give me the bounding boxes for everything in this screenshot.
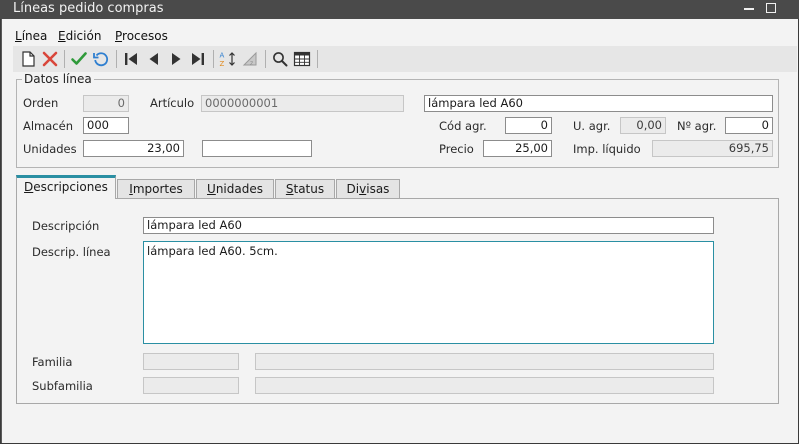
familia-code-field	[143, 353, 239, 370]
familia-label: Familia	[32, 355, 73, 369]
unidades-field[interactable]: 23,00	[83, 140, 184, 157]
accept-icon[interactable]	[70, 50, 88, 68]
window-title: Líneas pedido compras	[13, 1, 164, 16]
tab-importes[interactable]: Importes	[117, 179, 195, 198]
subfamilia-name-field	[255, 377, 714, 394]
sort-descending-icon[interactable]: z	[241, 50, 259, 68]
sort-ascending-icon[interactable]: AZ	[219, 50, 237, 68]
u-agr-label: U. agr.	[573, 119, 611, 133]
tab-descripciones[interactable]: Descripciones	[16, 175, 116, 199]
cod-agr-label: Cód agr.	[439, 119, 487, 133]
new-document-icon[interactable]	[19, 50, 37, 68]
tab-status[interactable]: Status	[275, 179, 335, 198]
toolbar-separator	[265, 50, 266, 68]
articulo-code-field: 0000000001	[201, 95, 404, 112]
subfamilia-label: Subfamilia	[32, 379, 93, 393]
first-record-icon[interactable]	[122, 50, 140, 68]
almacen-field[interactable]: 000	[83, 117, 129, 134]
grid-view-icon[interactable]	[293, 50, 311, 68]
refresh-icon[interactable]	[92, 50, 110, 68]
svg-text:A: A	[220, 52, 225, 60]
descripcion-field[interactable]: lámpara led A60	[143, 217, 714, 234]
descrip-linea-label: Descrip. línea	[32, 245, 111, 259]
almacen-label: Almacén	[23, 119, 73, 133]
minimize-icon[interactable]	[744, 8, 754, 10]
menu-edicion[interactable]: Edición	[58, 29, 101, 43]
next-record-icon[interactable]	[167, 50, 185, 68]
cod-agr-field[interactable]: 0	[505, 117, 552, 134]
subfamilia-code-field	[143, 377, 239, 394]
menu-linea[interactable]: Línea	[15, 29, 47, 43]
previous-record-icon[interactable]	[145, 50, 163, 68]
u-agr-field: 0,00	[620, 117, 666, 134]
orden-field: 0	[83, 95, 129, 112]
toolbar-separator	[64, 50, 65, 68]
descrip-linea-textarea[interactable]: lámpara led A60. 5cm.	[143, 241, 714, 344]
toolbar-separator	[213, 50, 214, 68]
n-agr-field[interactable]: 0	[725, 117, 773, 134]
last-record-icon[interactable]	[189, 50, 207, 68]
tab-divisas[interactable]: Divisas	[336, 179, 400, 198]
unidades-extra-field[interactable]	[202, 140, 312, 157]
svg-text:z: z	[250, 60, 253, 67]
unidades-label: Unidades	[23, 142, 77, 156]
toolbar-separator	[116, 50, 117, 68]
precio-label: Precio	[439, 142, 474, 156]
datos-linea-title: Datos línea	[22, 72, 94, 86]
imp-liquido-label: Imp. líquido	[573, 142, 641, 156]
articulo-label: Artículo	[150, 96, 195, 110]
orden-label: Orden	[23, 96, 59, 110]
svg-text:Z: Z	[220, 60, 225, 68]
search-icon[interactable]	[271, 50, 289, 68]
menu-procesos[interactable]: Procesos	[115, 29, 168, 43]
n-agr-label: Nº agr.	[677, 119, 717, 133]
delete-icon[interactable]	[41, 50, 59, 68]
precio-field[interactable]: 25,00	[483, 140, 552, 157]
articulo-description-field[interactable]: lámpara led A60	[424, 95, 773, 112]
imp-liquido-field: 695,75	[652, 140, 773, 157]
tab-unidades[interactable]: Unidades	[196, 179, 274, 198]
maximize-icon[interactable]	[766, 3, 776, 13]
familia-name-field	[255, 353, 714, 370]
toolbar-separator	[317, 50, 318, 68]
descripcion-label: Descripción	[32, 219, 100, 233]
